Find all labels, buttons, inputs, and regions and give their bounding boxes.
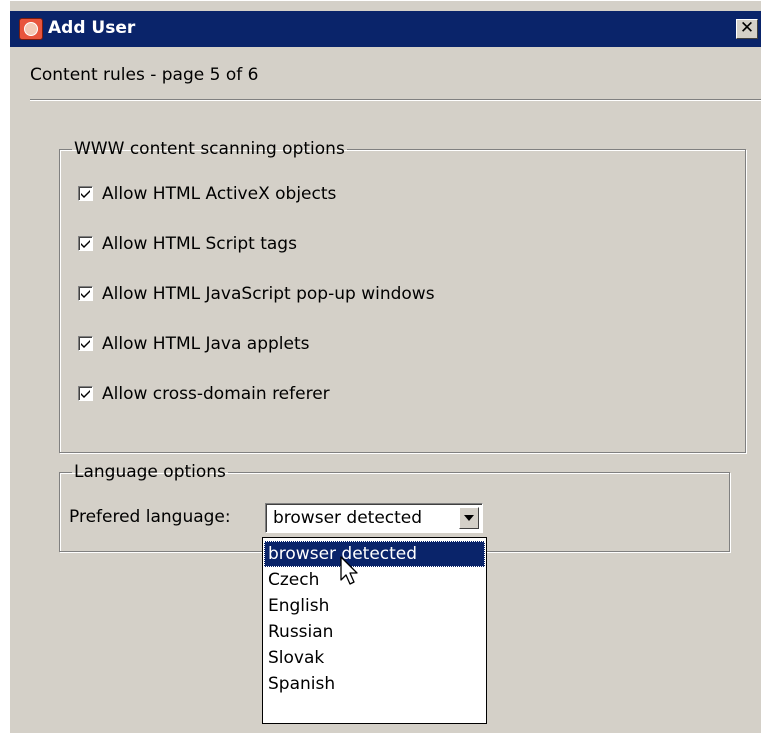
title-bar[interactable]: Add User ✕	[10, 11, 761, 47]
language-option-english[interactable]: English	[264, 593, 485, 619]
user-app-icon	[19, 18, 43, 40]
checkmark-icon	[81, 340, 90, 348]
checkmark-icon	[81, 390, 90, 398]
selected-language-value: browser detected	[273, 508, 423, 528]
java-applets-checkbox[interactable]	[78, 336, 93, 351]
language-option-browser-detected[interactable]: browser detected	[264, 541, 485, 567]
dropdown-button[interactable]	[459, 507, 479, 529]
activex-label: Allow HTML ActiveX objects	[102, 184, 337, 204]
header-separator	[30, 99, 761, 101]
window-title: Add User	[48, 18, 136, 38]
close-icon: ✕	[739, 18, 755, 38]
language-option-spanish[interactable]: Spanish	[264, 671, 485, 697]
www-options-legend: WWW content scanning options	[74, 139, 345, 159]
chevron-down-icon	[464, 515, 474, 521]
script-tags-label: Allow HTML Script tags	[102, 234, 297, 254]
checkmark-icon	[81, 240, 90, 248]
page-subtitle: Content rules - page 5 of 6	[30, 65, 259, 85]
language-option-slovak[interactable]: Slovak	[264, 645, 485, 671]
mouse-pointer-icon	[340, 556, 358, 585]
cross-domain-label: Allow cross-domain referer	[102, 384, 330, 404]
preferred-language-label: Prefered language:	[69, 507, 231, 527]
java-applets-label: Allow HTML Java applets	[102, 334, 310, 354]
popup-windows-checkbox[interactable]	[78, 286, 93, 301]
activex-checkbox[interactable]	[78, 186, 93, 201]
checkmark-icon	[81, 190, 90, 198]
language-dropdown-list: browser detected Czech English Russian S…	[262, 537, 487, 724]
popup-windows-label: Allow HTML JavaScript pop-up windows	[102, 284, 435, 304]
www-options-group: WWW content scanning options Allow HTML …	[59, 139, 746, 453]
cross-domain-checkbox[interactable]	[78, 386, 93, 401]
close-button[interactable]: ✕	[736, 19, 758, 39]
language-option-russian[interactable]: Russian	[264, 619, 485, 645]
checkmark-icon	[81, 290, 90, 298]
script-tags-checkbox[interactable]	[78, 236, 93, 251]
preferred-language-select[interactable]: browser detected	[265, 503, 483, 533]
language-option-czech[interactable]: Czech	[264, 567, 485, 593]
